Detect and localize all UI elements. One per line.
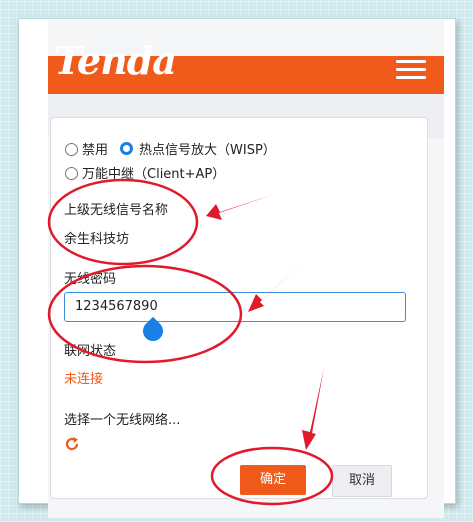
status-value: 未连接: [64, 372, 104, 387]
radio-client-ap-label: 万能中继（Client+AP）: [82, 167, 226, 182]
upstream-ssid-label: 上级无线信号名称: [64, 203, 169, 218]
password-label: 无线密码: [64, 272, 117, 287]
radio-client-ap[interactable]: [65, 167, 78, 180]
radio-wisp-label: 热点信号放大（WISP）: [139, 143, 276, 158]
password-input[interactable]: 1234567890: [64, 292, 406, 322]
choose-network-link[interactable]: 选择一个无线网络...: [64, 409, 180, 428]
brand-logo: Tenda: [54, 38, 177, 83]
radio-wisp[interactable]: [120, 142, 133, 155]
status-label: 联网状态: [64, 344, 117, 359]
radio-disable[interactable]: [65, 143, 78, 156]
upstream-ssid-value: 余生科技坊: [64, 232, 130, 247]
refresh-icon[interactable]: [64, 436, 80, 452]
confirm-button[interactable]: 确定: [240, 465, 306, 495]
hamburger-menu-icon[interactable]: [396, 60, 426, 80]
radio-disable-label: 禁用: [82, 143, 109, 158]
cancel-button[interactable]: 取消: [332, 465, 392, 497]
